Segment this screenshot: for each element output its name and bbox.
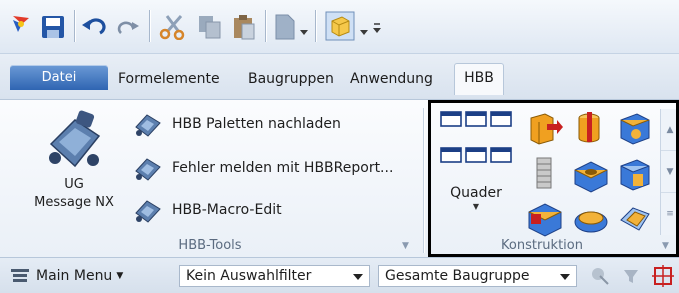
assembly-scope-dropdown-icon [560,274,570,280]
ribbon-tab-bar: Datei Formelemente Baugruppen Anwendung … [0,54,679,100]
ug-message-nx-label-line2: Message NX [34,195,114,210]
main-menu-icon [11,269,29,282]
selection-filter-combo[interactable]: Kein Auswahlfilter [179,265,370,287]
hbb-robot-icon [135,158,161,181]
qat-separator [315,10,316,42]
ug-message-nx-button[interactable]: UG Message NX [24,106,124,212]
select-component-icon[interactable] [590,266,610,286]
main-menu-button[interactable]: Main Menu ▼ [10,265,123,287]
selection-filter-value: Kein Auswahlfilter [186,268,312,284]
selection-filter-dropdown-icon [353,274,363,280]
save-icon[interactable] [41,15,65,39]
copy-icon[interactable] [197,14,223,40]
hbb-tools-launcher-icon[interactable]: ▼ [402,241,409,251]
hbb-macro-edit-label: HBB-Macro-Edit [172,202,282,218]
new-document-dropdown-icon[interactable] [300,30,308,35]
group-label-hbb-tools: HBB-Tools [178,238,242,253]
cut-icon[interactable] [157,12,187,40]
fehler-melden-button[interactable]: Fehler melden mit HBBReport... [132,150,393,186]
tab-hbb[interactable]: HBB [454,63,504,95]
qat-separator [149,10,150,42]
tab-baugruppen[interactable]: Baugruppen [248,66,334,92]
main-menu-label: Main Menu [36,268,113,284]
hbb-robot-icon [135,114,161,137]
qat-separator [74,10,75,42]
snap-point-icon[interactable] [652,265,674,287]
new-document-icon[interactable] [274,13,296,41]
app-logo-icon[interactable] [10,12,32,36]
hbb-paletten-nachladen-button[interactable]: HBB Paletten nachladen [132,106,341,142]
tab-formelemente[interactable]: Formelemente [118,66,220,92]
group-separator [423,108,424,253]
hbb-paletten-nachladen-label: HBB Paletten nachladen [172,116,341,132]
undo-icon[interactable] [80,15,108,37]
hbb-robot-icon [135,200,161,223]
hbb-macro-edit-button[interactable]: HBB-Macro-Edit [132,192,282,228]
view-cube-icon[interactable] [325,11,355,41]
main-menu-dropdown-icon: ▼ [116,271,124,281]
fehler-melden-label: Fehler melden mit HBBReport... [172,160,394,176]
quick-access-toolbar [0,0,679,54]
filter-icon[interactable] [622,267,640,285]
konstruktion-highlight-frame [428,100,679,257]
assembly-scope-combo[interactable]: Gesamte Baugruppe [378,265,577,287]
tab-anwendung[interactable]: Anwendung [350,66,433,92]
customize-qat-icon[interactable] [372,22,382,36]
selection-bar: Main Menu ▼ Kein Auswahlfilter Gesamte B… [0,258,679,293]
ug-message-nx-label-line1: UG [64,177,84,192]
redo-icon[interactable] [115,17,141,37]
hbb-robot-large-icon [49,110,101,168]
qat-separator [265,10,266,42]
paste-icon[interactable] [232,13,256,41]
view-dropdown-icon[interactable] [360,30,368,35]
assembly-scope-value: Gesamte Baugruppe [385,268,530,284]
tab-datei[interactable]: Datei [10,65,108,90]
